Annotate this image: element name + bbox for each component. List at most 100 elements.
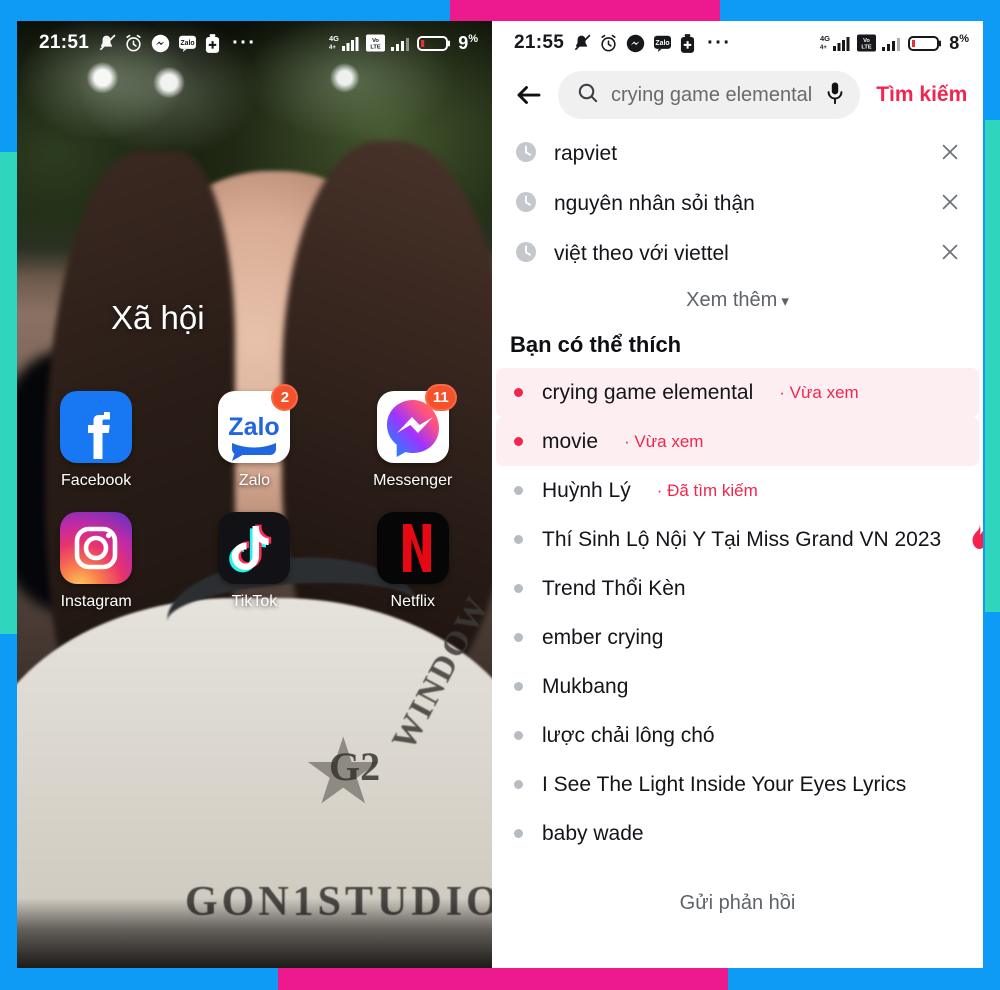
svg-text:4+: 4+ xyxy=(820,45,827,51)
close-icon[interactable] xyxy=(939,141,961,168)
tiktok-icon[interactable] xyxy=(218,512,291,584)
history-item-label: rapviet xyxy=(554,142,618,165)
app-icon-wrap[interactable] xyxy=(376,512,449,584)
clock-icon xyxy=(514,240,538,269)
chevron-down-icon: ▾ xyxy=(781,293,789,310)
microphone-icon[interactable] xyxy=(824,81,846,110)
screenshot-pair: ★ G2 WINDOW GON1STUDIO 21:51 xyxy=(17,21,983,968)
svg-text:4+: 4+ xyxy=(329,45,336,51)
suggestion-item[interactable]: ember crying xyxy=(496,613,979,662)
app-label: Zalo xyxy=(238,472,270,489)
zalo-icon: Zalo xyxy=(178,35,197,52)
close-icon[interactable] xyxy=(939,191,961,218)
left-status-bar: 21:51 Zalo ··· 4G 4+ Vo LTE 9% xyxy=(17,21,492,65)
right-status-left-group: 21:55 Zalo ··· xyxy=(514,32,732,55)
instagram-icon[interactable] xyxy=(60,512,133,584)
frame-band-bottom-pink xyxy=(278,968,728,990)
app-zalo[interactable]: Zalo 2 Zalo xyxy=(175,384,333,490)
app-label: Facebook xyxy=(61,472,132,489)
fire-icon xyxy=(969,524,983,555)
bullet-icon xyxy=(514,388,523,397)
app-label: TikTok xyxy=(231,593,278,610)
signal-4g-icon: 4G 4+ xyxy=(327,33,361,53)
app-facebook[interactable]: Facebook xyxy=(17,391,175,490)
suggestion-label: Mukbang xyxy=(542,674,629,698)
app-label: Messenger xyxy=(373,472,453,489)
suggestion-label: Huỳnh Lý xyxy=(542,478,631,502)
svg-text:Zalo: Zalo xyxy=(655,40,669,47)
suggestion-item[interactable]: crying game elemental · Vừa xem xyxy=(496,368,979,417)
suggestion-meta: · Vừa xem xyxy=(779,382,859,402)
messenger-icon xyxy=(151,34,170,53)
suggestion-item[interactable]: I See The Light Inside Your Eyes Lyrics xyxy=(496,760,979,809)
bullet-icon xyxy=(514,633,523,642)
suggestion-label: crying game elemental xyxy=(542,380,754,404)
netflix-icon[interactable] xyxy=(376,512,449,584)
bullet-icon xyxy=(514,584,523,593)
volte-icon: Vo LTE xyxy=(366,34,386,52)
wallpaper-shirt-logo: G2 xyxy=(329,744,381,789)
zalo-icon: Zalo xyxy=(653,35,672,52)
app-icon-wrap[interactable]: Zalo 2 xyxy=(218,384,299,463)
suggestion-label: baby wade xyxy=(542,821,644,845)
svg-text:Vo: Vo xyxy=(372,38,379,44)
app-icon-wrap[interactable] xyxy=(60,391,133,463)
close-icon[interactable] xyxy=(939,241,961,268)
bullet-icon xyxy=(514,780,523,789)
app-icon-wrap[interactable] xyxy=(60,512,133,584)
suggestion-item[interactable]: Trend Thổi Kèn xyxy=(496,564,979,613)
suggestion-label: Thí Sinh Lộ Nội Y Tại Miss Grand VN 2023 xyxy=(542,527,942,551)
battery-icon xyxy=(908,33,944,53)
more-dots-icon: ··· xyxy=(232,31,257,54)
search-input[interactable]: crying game elemental xyxy=(558,71,861,119)
app-grid: Facebook Zalo 2 Zalo 11 Messenger Instag… xyxy=(17,384,492,633)
messenger-icon xyxy=(626,34,645,53)
history-item-label: việt theo với viettel xyxy=(554,242,729,265)
see-more-button[interactable]: Xem thêm ▾ xyxy=(492,279,983,328)
app-tiktok[interactable]: TikTok xyxy=(175,512,333,611)
clock-icon xyxy=(514,190,538,219)
wallpaper-bottom-vignette xyxy=(17,898,492,968)
app-messenger[interactable]: 11 Messenger xyxy=(334,384,492,490)
left-status-right-group: 4G 4+ Vo LTE 9% xyxy=(327,33,478,54)
history-item[interactable]: việt theo với viettel xyxy=(492,229,983,279)
decorative-frame: ★ G2 WINDOW GON1STUDIO 21:51 xyxy=(0,0,1000,990)
suggestions-section-title: Bạn có thể thích xyxy=(510,332,682,357)
app-label: Netflix xyxy=(390,593,435,610)
suggestion-item[interactable]: baby wade xyxy=(496,809,979,858)
search-query-text[interactable]: crying game elemental xyxy=(611,84,812,107)
back-arrow-icon[interactable] xyxy=(510,76,548,114)
battery-percent-label: 9% xyxy=(458,32,478,53)
search-icon xyxy=(576,81,599,109)
app-icon-wrap[interactable] xyxy=(218,512,291,584)
suggestion-item[interactable]: Huỳnh Lý · Đã tìm kiếm xyxy=(496,466,979,515)
bullet-icon xyxy=(514,682,523,691)
app-icon-wrap[interactable]: 11 xyxy=(376,384,457,463)
battery-icon xyxy=(417,33,453,53)
bullet-icon xyxy=(514,829,523,838)
status-clock: 21:51 xyxy=(39,32,90,53)
bullet-icon xyxy=(514,437,523,446)
suggestion-item[interactable]: movie · Vừa xem xyxy=(496,417,979,466)
left-phone-screenshot: ★ G2 WINDOW GON1STUDIO 21:51 xyxy=(17,21,492,968)
history-item[interactable]: nguyên nhân sỏi thận xyxy=(492,179,983,229)
frame-band-right-teal xyxy=(985,120,1000,612)
signal-bars-icon xyxy=(881,33,903,53)
search-submit-button[interactable]: Tìm kiếm xyxy=(870,83,969,107)
suggestion-item[interactable]: Mukbang xyxy=(496,662,979,711)
app-netflix[interactable]: Netflix xyxy=(334,512,492,611)
folder-title: Xã hội xyxy=(111,299,205,336)
left-status-left-group: 21:51 Zalo ··· xyxy=(39,32,257,55)
app-instagram[interactable]: Instagram xyxy=(17,512,175,611)
suggestion-item[interactable]: Thí Sinh Lộ Nội Y Tại Miss Grand VN 2023 xyxy=(496,515,983,564)
see-more-label: Xem thêm xyxy=(686,289,778,311)
suggestion-label: Trend Thổi Kèn xyxy=(542,576,686,600)
app-badge: 11 xyxy=(424,384,457,411)
send-feedback-button[interactable]: Gửi phản hồi xyxy=(492,858,983,915)
facebook-icon[interactable] xyxy=(60,391,133,463)
suggestion-label: ember crying xyxy=(542,625,664,649)
clock-icon xyxy=(514,140,538,169)
suggestion-item[interactable]: lược chải lông chó xyxy=(496,711,979,760)
svg-text:Zalo: Zalo xyxy=(229,413,280,441)
history-item[interactable]: rapviet xyxy=(492,129,983,179)
